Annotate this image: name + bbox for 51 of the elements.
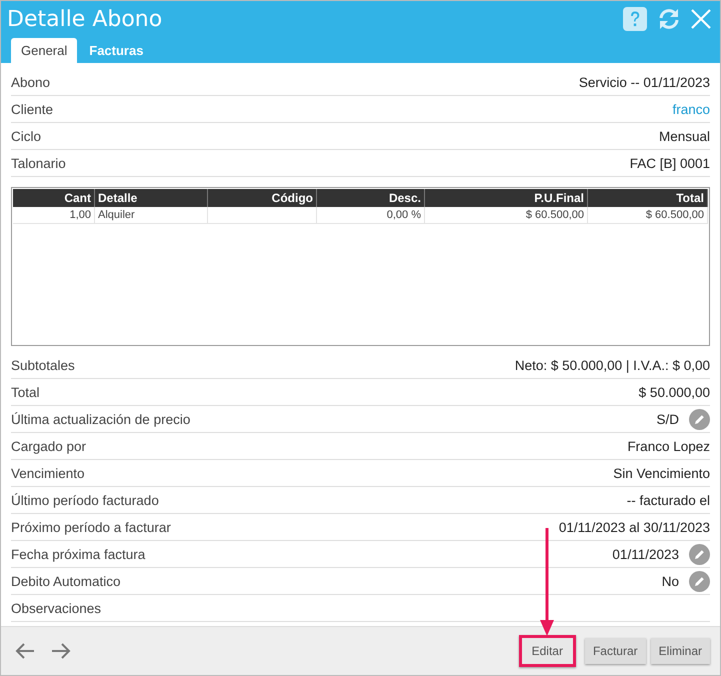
field-value: No	[662, 574, 679, 588]
tab[interactable]: General	[11, 38, 78, 63]
table-cell: $ 60.500,00	[526, 209, 584, 221]
help-icon[interactable]	[622, 6, 648, 32]
field-value: $ 50.000,00	[638, 384, 710, 400]
column-header: Desc.	[316, 189, 424, 207]
table-cell: Alquiler	[98, 209, 135, 221]
field-value: 01/11/2023 al 30/11/2023	[558, 520, 710, 534]
field-label: Debito Automatico	[11, 574, 122, 588]
field-value: Neto: $ 50.000,00 | I.V.A.: $ 0,00	[514, 358, 710, 372]
field-value: 01/11/2023	[612, 546, 679, 562]
refresh-icon[interactable]	[657, 7, 681, 31]
edit-icon[interactable]	[689, 570, 710, 592]
field-label: Subtotales	[11, 358, 76, 372]
field-label: Último período facturado	[11, 492, 160, 508]
column-header: Total	[588, 189, 708, 207]
client-link[interactable]: franco	[672, 102, 710, 116]
field-value: Servicio -- 01/11/2023	[578, 74, 710, 90]
field-label: Última actualización de precio	[11, 412, 192, 426]
back-arrow-icon[interactable]	[14, 641, 36, 661]
table-cell: 1,00	[70, 209, 91, 221]
edit-icon[interactable]	[689, 544, 710, 564]
column-header: P.U.Final	[424, 189, 588, 207]
table-cell: 0,00 %	[386, 209, 421, 221]
action-button[interactable]: Eliminar	[650, 638, 710, 664]
column-header: Cant	[13, 189, 94, 207]
table-cell: $ 60.500,00	[646, 209, 704, 221]
field-label: Talonario	[11, 156, 67, 170]
field-label: Abono	[11, 74, 52, 90]
field-value: Franco Lopez	[627, 438, 710, 454]
action-button[interactable]: Editar	[518, 635, 576, 667]
field-value: S/D	[656, 412, 679, 426]
field-value: Mensual	[658, 128, 710, 144]
field-label: Cargado por	[11, 438, 88, 454]
forward-arrow-icon[interactable]	[50, 641, 72, 661]
field-label: Total	[11, 384, 41, 400]
field-label: Cliente	[11, 102, 54, 116]
field-label: Observaciones	[11, 600, 102, 616]
action-button[interactable]: Facturar	[584, 638, 646, 664]
column-header: Código	[208, 189, 316, 207]
field-label: Fecha próxima factura	[11, 546, 146, 562]
field-value: Sin Vencimiento	[613, 466, 710, 480]
field-value: FAC [B] 0001	[630, 156, 710, 170]
field-label: Ciclo	[11, 128, 42, 144]
column-header: Detalle	[94, 189, 208, 207]
edit-icon[interactable]	[689, 408, 710, 430]
field-label: Próximo período a facturar	[11, 520, 172, 534]
close-icon[interactable]	[690, 8, 712, 30]
field-label: Vencimiento	[11, 466, 86, 480]
field-value: -- facturado el	[626, 492, 710, 508]
window-title: Detalle Abono	[7, 6, 162, 32]
